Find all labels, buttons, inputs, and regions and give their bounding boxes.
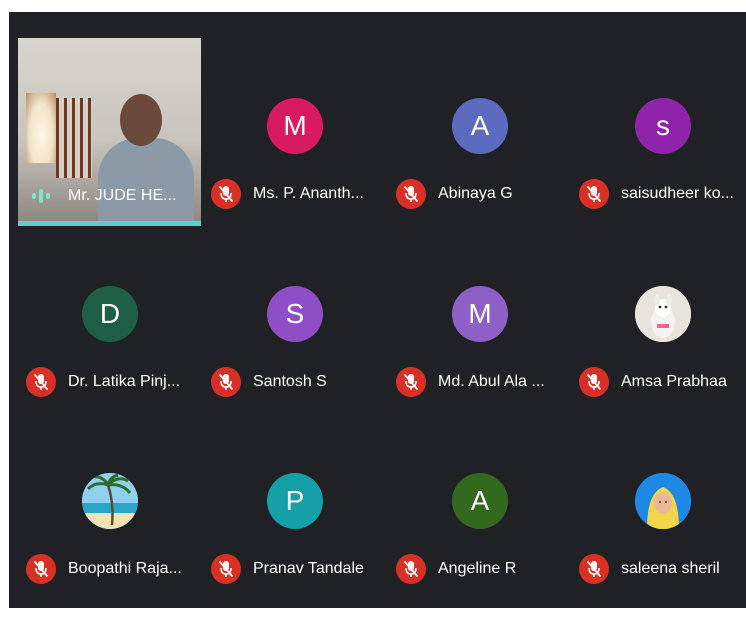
mic-off-icon <box>579 554 609 584</box>
participant-tile[interactable]: saleena sheril <box>571 413 746 600</box>
participant-name: Md. Abul Ala ... <box>438 373 545 390</box>
participant-tile[interactable]: P Pranav Tandale <box>203 413 386 600</box>
participant-avatar: D <box>82 286 138 342</box>
mic-off-icon <box>396 179 426 209</box>
participant-name: Mr. JUDE HE... <box>68 187 177 204</box>
participant-name: Abinaya G <box>438 185 513 202</box>
participant-tile[interactable]: M Ms. P. Ananth... <box>203 38 386 225</box>
participant-avatar-photo <box>635 473 691 529</box>
participant-name: Amsa Prabhaa <box>621 373 727 390</box>
participant-avatar: A <box>452 473 508 529</box>
participant-name-row: Santosh S <box>211 364 387 400</box>
participant-tile[interactable]: A Angeline R <box>388 413 571 600</box>
participant-name-row: Angeline R <box>396 551 572 587</box>
participant-tile[interactable]: A Abinaya G <box>388 38 571 225</box>
participant-name: Pranav Tandale <box>253 560 364 577</box>
participant-tile[interactable]: D Dr. Latika Pinj... <box>18 226 201 413</box>
participant-tile[interactable]: Boopathi Raja... <box>18 413 201 600</box>
participant-avatar: A <box>452 98 508 154</box>
participant-avatar: s <box>635 98 691 154</box>
participant-avatar-photo <box>82 473 138 529</box>
participant-name-row: Abinaya G <box>396 176 572 212</box>
participant-name-row: Boopathi Raja... <box>26 551 202 587</box>
mic-off-icon <box>579 179 609 209</box>
participant-avatar: P <box>267 473 323 529</box>
mic-off-icon <box>211 179 241 209</box>
participant-name-row: Amsa Prabhaa <box>579 364 746 400</box>
mic-off-icon <box>211 367 241 397</box>
beach-photo-icon <box>82 473 138 529</box>
participant-name: Dr. Latika Pinj... <box>68 373 181 390</box>
meeting-grid: Mr. JUDE HE... M Ms. P. Ananth... A Abin… <box>9 12 746 608</box>
participant-name-row: Pranav Tandale <box>211 551 387 587</box>
video-door <box>56 98 92 178</box>
participant-name: Ms. P. Ananth... <box>253 185 364 202</box>
participant-name-row: Mr. JUDE HE... <box>26 178 201 214</box>
participant-name-row: Dr. Latika Pinj... <box>26 364 202 400</box>
mic-off-icon <box>396 554 426 584</box>
mic-off-icon <box>211 554 241 584</box>
participant-avatar: M <box>452 286 508 342</box>
mic-off-icon <box>579 367 609 397</box>
video-window <box>26 93 56 163</box>
participant-avatar: S <box>267 286 323 342</box>
participant-name: saleena sheril <box>621 560 720 577</box>
participant-name-row: Ms. P. Ananth... <box>211 176 387 212</box>
participant-tile-video[interactable]: Mr. JUDE HE... <box>18 38 201 226</box>
participant-name: Angeline R <box>438 560 517 577</box>
mic-off-icon <box>396 367 426 397</box>
mic-off-icon <box>26 554 56 584</box>
woman-photo-icon <box>635 473 691 529</box>
participant-name: saisudheer ko... <box>621 185 734 202</box>
audio-level-icon <box>26 181 56 211</box>
participant-tile[interactable]: S Santosh S <box>203 226 386 413</box>
mic-off-icon <box>26 367 56 397</box>
video-person-head <box>120 94 162 146</box>
participant-tile[interactable]: M Md. Abul Ala ... <box>388 226 571 413</box>
participant-name-row: saleena sheril <box>579 551 746 587</box>
participant-name-row: saisudheer ko... <box>579 176 746 212</box>
participant-avatar: M <box>267 98 323 154</box>
dog-photo-icon <box>635 286 691 342</box>
participant-name-row: Md. Abul Ala ... <box>396 364 572 400</box>
participant-name: Santosh S <box>253 373 327 390</box>
participant-name: Boopathi Raja... <box>68 560 182 577</box>
participant-tile[interactable]: s saisudheer ko... <box>571 38 746 225</box>
participant-avatar-photo <box>635 286 691 342</box>
participant-tile[interactable]: Amsa Prabhaa <box>571 226 746 413</box>
